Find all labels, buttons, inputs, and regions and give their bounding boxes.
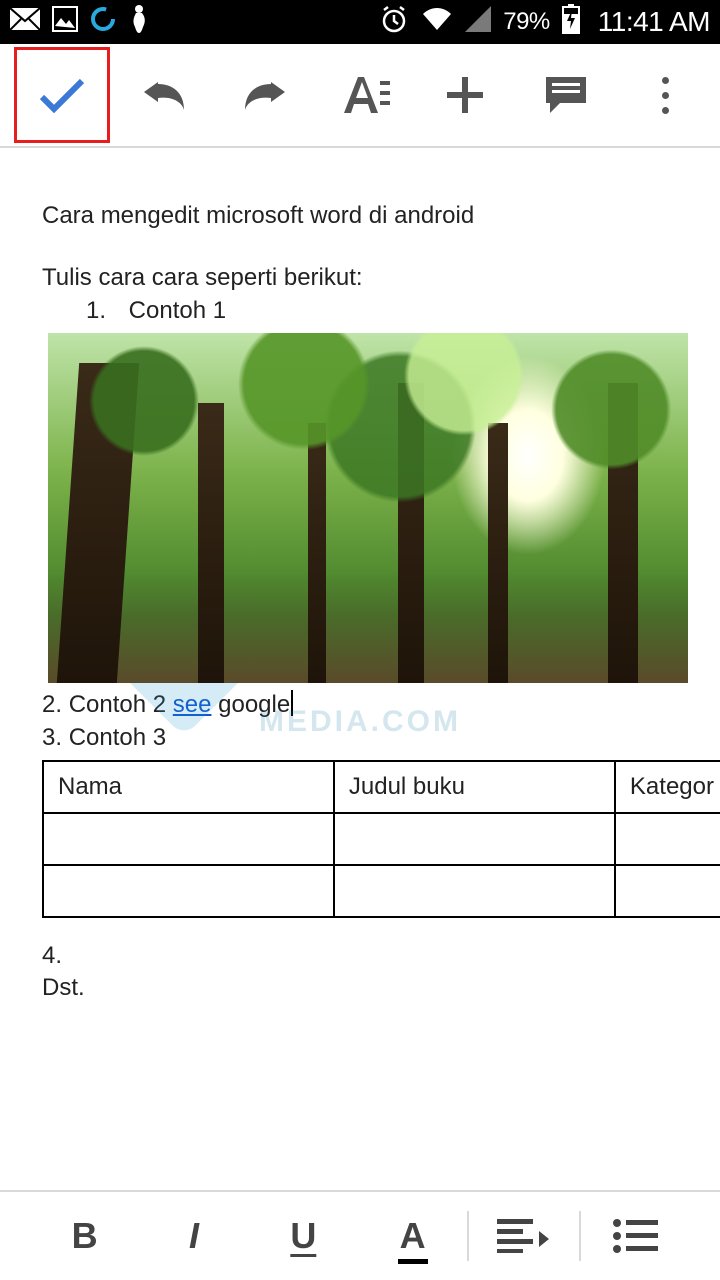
- status-clock: 11:41 AM: [598, 6, 710, 38]
- document-canvas[interactable]: NESABA MEDIA.COM Cara mengedit microsoft…: [0, 148, 720, 1005]
- italic-button[interactable]: I: [139, 1192, 248, 1280]
- text-color-button[interactable]: A: [358, 1192, 467, 1280]
- hyperlink[interactable]: see: [173, 691, 212, 718]
- doc-text[interactable]: Dst.: [42, 972, 682, 1004]
- table-header-cell[interactable]: Judul buku: [334, 761, 615, 813]
- circle-icon: [90, 6, 116, 39]
- cell-signal-icon: [465, 6, 491, 39]
- wifi-icon: [421, 6, 453, 39]
- undo-button[interactable]: [118, 49, 210, 141]
- bullet-list-button[interactable]: [581, 1192, 690, 1280]
- more-button[interactable]: [620, 49, 712, 141]
- alarm-icon: [379, 4, 409, 41]
- document-table[interactable]: Nama Judul buku Kategor: [42, 760, 720, 918]
- list-item[interactable]: 4.: [42, 940, 682, 972]
- image-icon: [52, 6, 78, 39]
- table-row[interactable]: Nama Judul buku Kategor: [43, 761, 720, 813]
- redo-button[interactable]: [219, 49, 311, 141]
- confirm-button[interactable]: [14, 47, 110, 143]
- doc-instruction[interactable]: Tulis cara cara seperti berikut:: [42, 262, 682, 294]
- dot-icon: [662, 92, 669, 99]
- table-header-cell[interactable]: Nama: [43, 761, 334, 813]
- mail-icon: [10, 8, 40, 37]
- list-item[interactable]: 3. Contoh 3: [42, 722, 682, 754]
- pregnancy-app-icon: [128, 4, 150, 41]
- underline-button[interactable]: U: [249, 1192, 358, 1280]
- table-header-cell[interactable]: Kategor: [615, 761, 720, 813]
- dot-icon: [662, 77, 669, 84]
- doc-title-line[interactable]: Cara mengedit microsoft word di android: [42, 200, 682, 232]
- insert-button[interactable]: [419, 49, 511, 141]
- battery-charging-icon: [562, 4, 580, 41]
- list-item[interactable]: 2. Contoh 2 see google: [42, 689, 682, 721]
- text-style-button[interactable]: [319, 49, 411, 141]
- table-row[interactable]: [43, 813, 720, 865]
- comment-button[interactable]: [520, 49, 612, 141]
- format-bar: B I U A: [0, 1190, 720, 1280]
- battery-percentage: 79%: [503, 8, 550, 36]
- editor-toolbar: [0, 44, 720, 148]
- inserted-image-forest[interactable]: [48, 333, 688, 683]
- android-status-bar: 79% 11:41 AM: [0, 0, 720, 44]
- list-item[interactable]: 1. Contoh 1: [86, 295, 682, 327]
- table-row[interactable]: [43, 865, 720, 917]
- align-button[interactable]: [469, 1192, 578, 1280]
- text-cursor: [291, 690, 293, 716]
- dot-icon: [662, 107, 669, 114]
- bold-button[interactable]: B: [30, 1192, 139, 1280]
